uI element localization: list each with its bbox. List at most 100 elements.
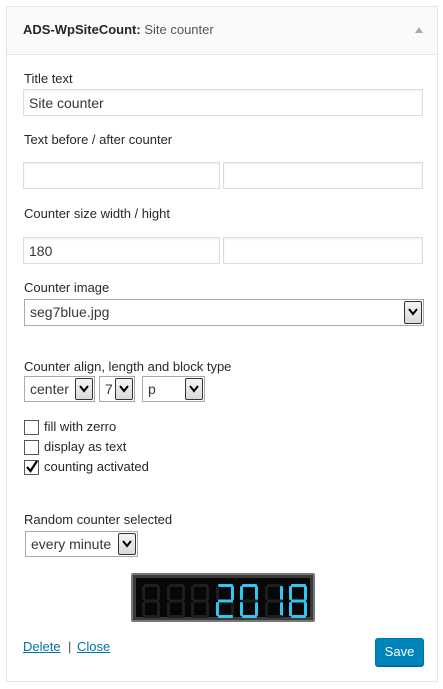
digit-segment bbox=[240, 586, 243, 600]
digit-segment bbox=[166, 602, 170, 616]
digit-segment bbox=[206, 602, 209, 616]
digit-segment bbox=[264, 586, 268, 600]
digit-segment bbox=[193, 584, 208, 587]
close-link[interactable]: Close bbox=[77, 639, 110, 654]
widget-title: ADS-WpSiteCount: Site counter bbox=[23, 22, 214, 37]
counting-activated-checkbox[interactable] bbox=[24, 460, 39, 475]
counter-digit bbox=[289, 584, 307, 618]
delete-link[interactable]: Delete bbox=[23, 639, 61, 654]
digit-segment bbox=[279, 586, 283, 600]
widget-panel: ADS-WpSiteCount: Site counter Title text… bbox=[6, 6, 438, 682]
digit-segment bbox=[304, 586, 307, 600]
digit-segment bbox=[168, 615, 184, 618]
digit-segment bbox=[279, 602, 283, 616]
chevron-down-icon bbox=[185, 378, 203, 400]
digit-segment bbox=[215, 602, 219, 616]
counter-digits bbox=[136, 578, 310, 618]
chevron-down-icon bbox=[115, 378, 133, 400]
counter-image-value: seg7blue.jpg bbox=[30, 304, 110, 320]
counter-height-input[interactable] bbox=[223, 237, 423, 264]
title-text-input[interactable] bbox=[23, 89, 423, 116]
digit-segment bbox=[230, 586, 234, 600]
digit-segment bbox=[144, 599, 159, 603]
digit-segment bbox=[304, 602, 307, 616]
fill-zero-label: fill with zerro bbox=[44, 419, 117, 434]
digit-segment bbox=[230, 602, 234, 616]
title-text-label: Title text bbox=[24, 71, 73, 86]
counter-digit bbox=[166, 584, 185, 618]
digit-segment bbox=[168, 599, 184, 603]
digit-segment bbox=[266, 615, 282, 618]
counter-image-select[interactable]: seg7blue.jpg bbox=[24, 299, 424, 326]
digit-segment bbox=[255, 586, 258, 600]
digit-segment bbox=[266, 584, 282, 587]
counter-digit bbox=[264, 584, 283, 618]
text-before-input[interactable] bbox=[23, 162, 220, 189]
random-counter-select[interactable]: every minute bbox=[25, 531, 138, 557]
digit-segment bbox=[291, 615, 306, 618]
collapse-arrow-icon[interactable] bbox=[415, 27, 423, 33]
counter-digit bbox=[240, 584, 258, 618]
chevron-down-icon bbox=[75, 378, 93, 400]
chevron-down-icon bbox=[118, 533, 136, 555]
digit-segment bbox=[217, 599, 233, 603]
widget-title-main: ADS-WpSiteCount: bbox=[23, 22, 141, 37]
digit-segment bbox=[142, 586, 145, 600]
digit-segment bbox=[264, 602, 268, 616]
digit-segment bbox=[242, 615, 257, 618]
link-separator: | bbox=[68, 639, 72, 654]
align-value: center bbox=[30, 381, 69, 397]
digit-segment bbox=[144, 584, 159, 587]
text-after-input[interactable] bbox=[223, 162, 423, 189]
digit-segment bbox=[168, 584, 184, 587]
digit-segment bbox=[242, 599, 257, 603]
counter-digit bbox=[142, 584, 160, 618]
digit-segment bbox=[157, 602, 160, 616]
digit-segment bbox=[144, 615, 159, 618]
before-after-label: Text before / after counter bbox=[24, 132, 173, 147]
block-type-select[interactable]: p bbox=[142, 376, 205, 402]
digit-segment bbox=[193, 615, 208, 618]
save-button[interactable]: Save bbox=[375, 638, 424, 666]
digit-segment bbox=[242, 584, 257, 587]
display-text-checkbox[interactable] bbox=[24, 440, 39, 455]
size-label: Counter size width / hight bbox=[24, 206, 170, 221]
digit-segment bbox=[193, 599, 208, 603]
align-select[interactable]: center bbox=[24, 376, 95, 402]
counting-activated-label: counting activated bbox=[44, 459, 149, 474]
digit-segment bbox=[217, 584, 233, 587]
digit-segment bbox=[240, 602, 243, 616]
widget-header[interactable]: ADS-WpSiteCount: Site counter bbox=[7, 7, 437, 55]
digit-segment bbox=[255, 602, 258, 616]
digit-segment bbox=[181, 602, 185, 616]
digit-segment bbox=[215, 586, 219, 600]
counter-image-label: Counter image bbox=[24, 280, 110, 295]
display-text-label: display as text bbox=[44, 439, 127, 454]
digit-segment bbox=[191, 586, 194, 600]
fill-zero-checkbox[interactable] bbox=[24, 420, 39, 435]
digit-segment bbox=[191, 602, 194, 616]
widget-title-sub: Site counter bbox=[144, 22, 214, 37]
checkmark-icon bbox=[26, 460, 38, 473]
digit-segment bbox=[289, 586, 292, 600]
length-select[interactable]: 7 bbox=[99, 376, 135, 402]
digit-segment bbox=[206, 586, 209, 600]
random-counter-label: Random counter selected bbox=[24, 512, 173, 527]
block-type-value: p bbox=[148, 381, 156, 397]
counter-width-input[interactable] bbox=[23, 237, 220, 264]
counter-digit bbox=[191, 584, 209, 618]
counter-digit bbox=[215, 584, 234, 618]
digit-segment bbox=[266, 599, 282, 603]
digit-segment bbox=[291, 599, 306, 603]
random-counter-value: every minute bbox=[31, 536, 112, 552]
digit-segment bbox=[291, 584, 306, 587]
align-label: Counter align, length and block type bbox=[24, 359, 232, 374]
digit-segment bbox=[166, 586, 170, 600]
digit-segment bbox=[289, 602, 292, 616]
length-value: 7 bbox=[105, 381, 113, 397]
digit-segment bbox=[142, 602, 145, 616]
counter-preview-image bbox=[131, 573, 315, 622]
digit-segment bbox=[181, 586, 185, 600]
digit-segment bbox=[217, 615, 233, 618]
digit-segment bbox=[157, 586, 160, 600]
